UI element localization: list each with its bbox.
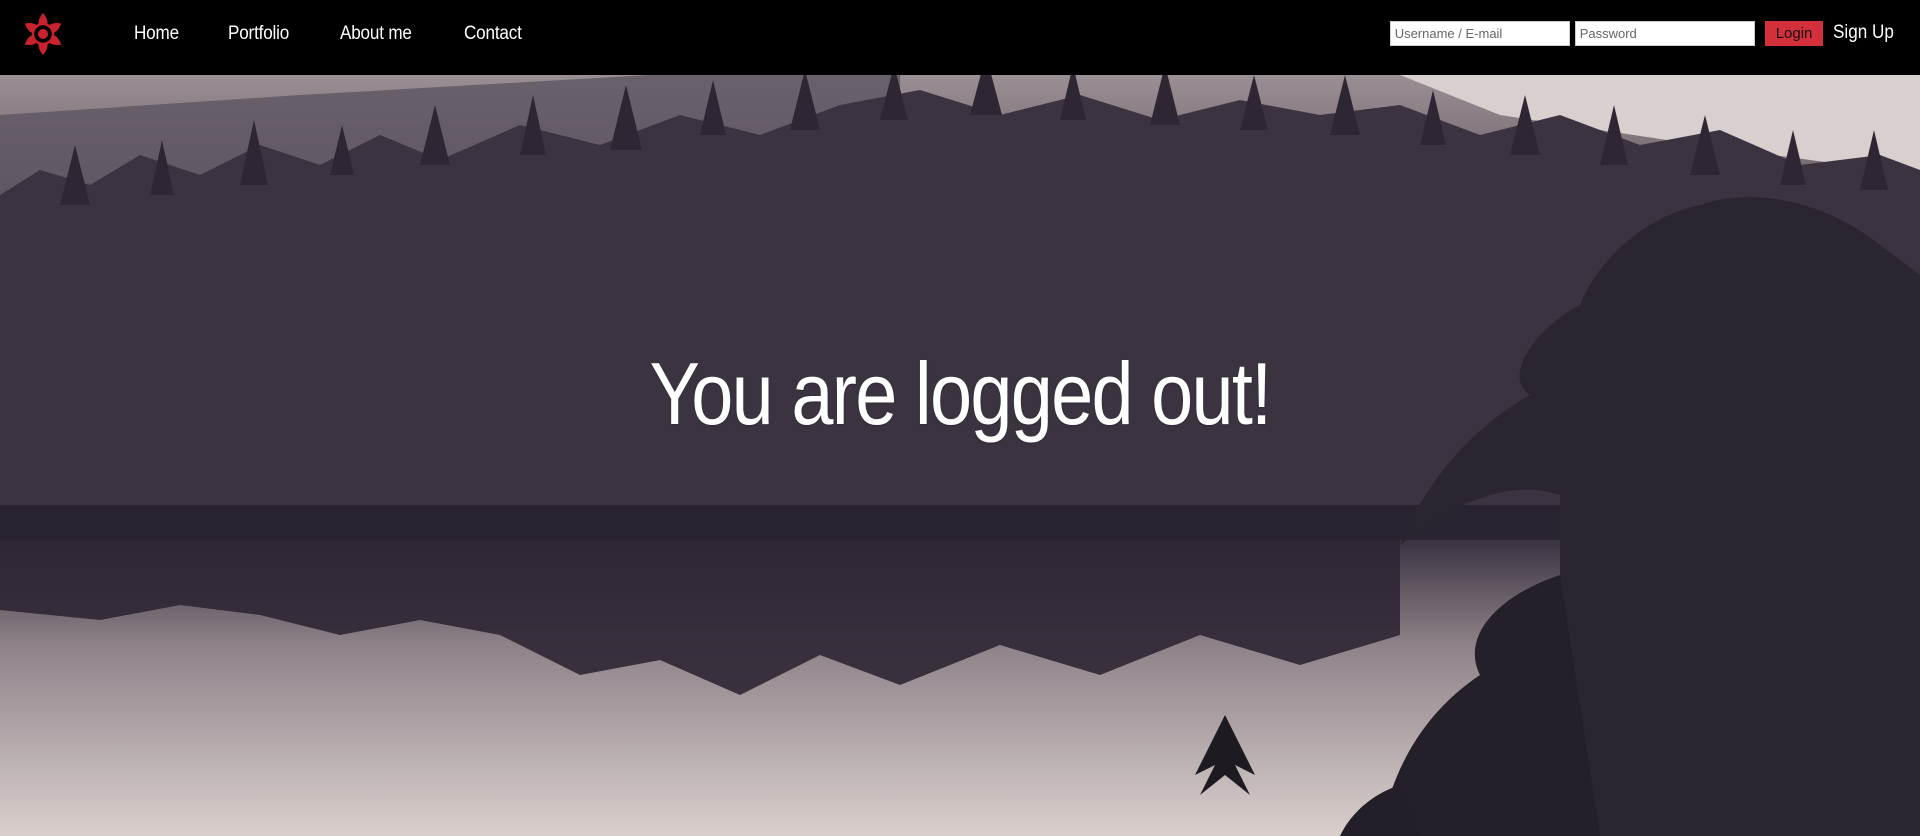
nav-contact-link[interactable]: Contact [464,23,522,45]
main-nav: Home Portfolio About me Contact [134,0,572,67]
login-button[interactable]: Login [1764,20,1824,46]
nav-portfolio-link[interactable]: Portfolio [228,23,289,45]
signup-link[interactable]: Sign Up [1833,22,1894,44]
forest-lake-background [0,75,1920,836]
navbar: Home Portfolio About me Contact Login Si… [0,0,1920,75]
login-form: Login Sign Up [1389,20,1901,46]
logged-out-heading: You are logged out! [649,344,1272,443]
logo-icon[interactable] [19,10,67,58]
nav-about-link[interactable]: About me [340,23,412,45]
hero-section: You are logged out! [0,75,1920,836]
page: Home Portfolio About me Contact Login Si… [0,0,1920,836]
username-input[interactable] [1389,20,1570,46]
password-input[interactable] [1574,20,1755,46]
nav-home-link[interactable]: Home [134,23,179,45]
